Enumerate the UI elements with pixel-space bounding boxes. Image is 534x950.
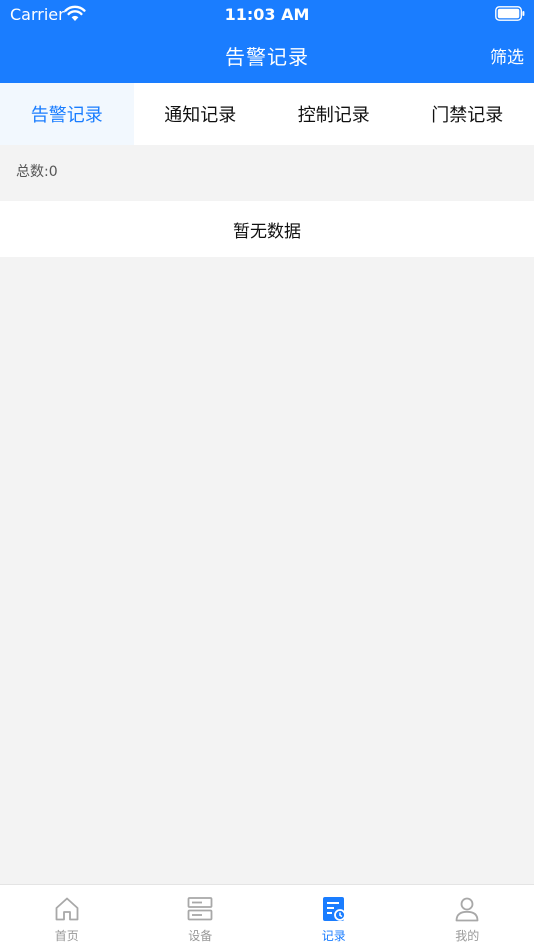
tabbar-label: 设备 — [188, 929, 213, 943]
tabbar-item-device[interactable]: 设备 — [134, 885, 268, 950]
filter-button[interactable]: 筛选 — [490, 43, 524, 68]
tab-control-records[interactable]: 控制记录 — [267, 83, 401, 145]
tab-alarm-records[interactable]: 告警记录 — [0, 83, 134, 145]
battery-icon — [495, 6, 525, 21]
page-title: 告警记录 — [225, 45, 309, 69]
empty-state: 暂无数据 — [0, 201, 534, 257]
status-bar: Carrier 11:03 AM — [0, 0, 534, 28]
status-time: 11:03 AM — [224, 5, 310, 24]
screen: Carrier 11:03 AM 告警记录 筛选 告警记录 通知记录 控制记录 … — [0, 0, 534, 950]
user-icon — [455, 897, 479, 922]
total-count: 总数:0 — [16, 164, 58, 180]
nav-bar: 告警记录 筛选 — [0, 28, 534, 83]
empty-message: 暂无数据 — [233, 221, 301, 242]
device-icon — [187, 897, 213, 921]
tabbar-item-home[interactable]: 首页 — [0, 885, 134, 950]
header: Carrier 11:03 AM 告警记录 筛选 — [0, 0, 534, 83]
record-tabs: 告警记录 通知记录 控制记录 门禁记录 — [0, 83, 534, 145]
tabbar-label: 首页 — [54, 929, 79, 943]
record-icon — [322, 897, 346, 921]
tabbar-label: 我的 — [455, 929, 480, 943]
tabbar-item-mine[interactable]: 我的 — [401, 885, 534, 950]
tab-access-records[interactable]: 门禁记录 — [401, 83, 534, 145]
tab-notice-records[interactable]: 通知记录 — [134, 83, 268, 145]
bottom-tab-bar: 首页 设备 记录 我的 — [0, 884, 534, 950]
tabbar-item-records[interactable]: 记录 — [267, 885, 401, 950]
home-icon — [55, 897, 79, 921]
tabbar-label: 记录 — [321, 929, 346, 943]
